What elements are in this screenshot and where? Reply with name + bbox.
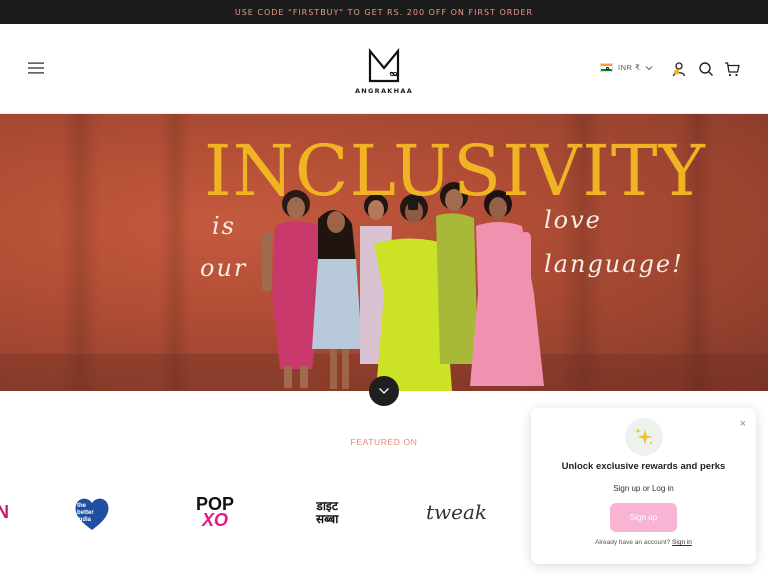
popup-footer: Already have an account? Sign in [531, 539, 756, 546]
press-logo-popxo[interactable]: POP XO [196, 495, 234, 529]
sparkles-icon [625, 418, 663, 456]
popup-subtitle: Sign up or Log in [613, 484, 674, 493]
search-icon[interactable] [698, 61, 714, 77]
person-pink [470, 190, 544, 386]
announcement-bar[interactable]: USE CODE "FIRSTBUY" TO GET RS. 200 OFF O… [0, 0, 768, 24]
account-icon[interactable] [671, 61, 687, 77]
site-header: ANGRAKHAA INR ₹ [0, 24, 768, 114]
currency-selector[interactable]: INR ₹ [600, 63, 653, 72]
hero-script-love: love [544, 206, 602, 234]
sign-up-button[interactable]: Sign up [610, 503, 677, 532]
sign-in-link[interactable]: Sign in [672, 539, 692, 546]
hero-banner[interactable]: INCLUSIVITY is our love language! [0, 114, 768, 391]
hero-script-our: our [200, 254, 248, 282]
cart-icon[interactable] [724, 61, 740, 77]
hero-title: INCLUSIVITY [204, 130, 706, 212]
chevron-down-icon [645, 65, 653, 70]
press-logo-hindi[interactable]: डाइट सब्बा [316, 500, 338, 526]
angrakhaa-logo-icon [368, 48, 400, 83]
brand-logo[interactable]: ANGRAKHAA [354, 48, 414, 118]
brand-name: ANGRAKHAA [354, 87, 414, 95]
announcement-text: USE CODE "FIRSTBUY" TO GET RS. 200 OFF O… [234, 7, 534, 17]
press-logo-partial[interactable]: N [0, 502, 9, 523]
india-flag-icon [600, 63, 613, 72]
close-icon[interactable]: × [740, 418, 746, 430]
press-logo-the-better-india[interactable]: the better india [74, 496, 110, 532]
currency-label: INR ₹ [618, 63, 641, 72]
popup-footer-text: Already have an account? [595, 539, 671, 546]
popup-title: Unlock exclusive rewards and perks [561, 461, 726, 472]
press-logo-tweak[interactable]: tweak [426, 500, 487, 524]
hero-script-language: language! [544, 250, 684, 278]
hero-script-is: is [212, 212, 236, 240]
chevron-down-icon [379, 388, 389, 394]
rewards-popup: × Unlock exclusive rewards and perks Sig… [531, 408, 756, 564]
page: USE CODE "FIRSTBUY" TO GET RS. 200 OFF O… [0, 0, 768, 576]
scroll-down-button[interactable] [369, 376, 399, 406]
menu-icon[interactable] [28, 62, 44, 74]
